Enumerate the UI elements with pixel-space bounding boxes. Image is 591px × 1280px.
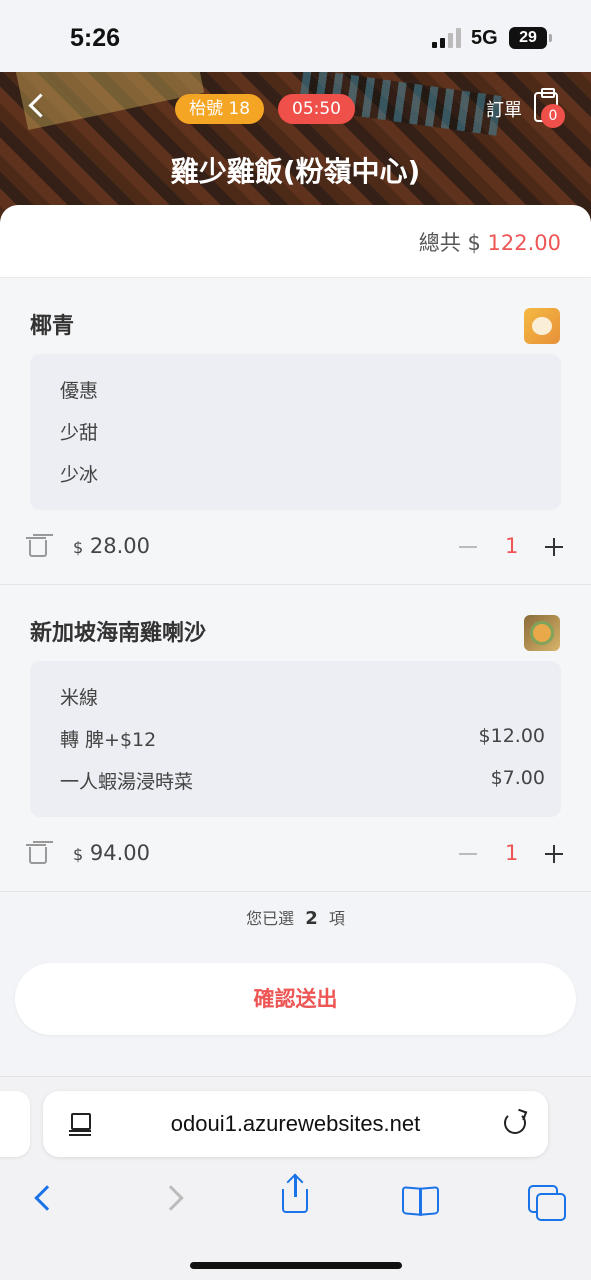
confirm-submit-button[interactable]: 確認送出 [15, 963, 576, 1035]
option-label: 優惠 [60, 380, 99, 402]
order-total: 總共 $ 122.00 [419, 227, 561, 257]
option-label: 少冰 [60, 464, 99, 486]
table-number-badge: 枱號 18 [175, 94, 265, 124]
store-name: 雞少雞飯(粉嶺中心) [170, 155, 421, 188]
forward-nav-button[interactable] [158, 1181, 194, 1217]
selection-count: 您已選 2 項 [0, 905, 591, 929]
chevron-right-icon [158, 1185, 184, 1211]
selection-suffix: 項 [328, 909, 345, 928]
total-label: 總共 $ [418, 231, 481, 255]
option-row: 少冰 [60, 460, 545, 487]
item-thumbnail [524, 615, 560, 651]
increase-quantity-button[interactable] [545, 538, 563, 556]
clock: 5:26 [70, 24, 121, 52]
reload-icon[interactable] [504, 1112, 526, 1134]
option-price: $7.00 [490, 767, 545, 789]
currency-symbol: $ [73, 845, 84, 864]
tabs-icon [528, 1185, 566, 1221]
store-header: 枱號 18 05:50 訂單 0 雞少雞飯(粉嶺中心) [0, 72, 591, 222]
decrease-quantity-button[interactable] [459, 546, 477, 548]
item-price-value: 94.00 [89, 841, 150, 865]
item-thumbnail [524, 308, 560, 344]
selection-number: 2 [305, 908, 318, 929]
home-indicator [190, 1262, 402, 1269]
item-price: $ 94.00 [73, 841, 150, 865]
option-row: 一人蝦湯浸時菜 $7.00 [60, 767, 545, 794]
address-bar[interactable]: odoui1.azurewebsites.net [43, 1091, 548, 1157]
chevron-left-icon [34, 1185, 60, 1211]
previous-tab-preview[interactable] [0, 1091, 30, 1157]
option-row: 轉 脾+$12 $12.00 [60, 725, 545, 752]
total-card: 總共 $ 122.00 [0, 205, 591, 277]
cart-item: 新加坡海南雞喇沙 米線 轉 脾+$12 $12.00 一人蝦湯浸時菜 $7.00… [0, 585, 591, 892]
status-bar: 5:26 5G 29 [0, 0, 591, 72]
option-label: 少甜 [60, 422, 99, 444]
increase-quantity-button[interactable] [545, 845, 563, 863]
item-name: 椰青 [30, 314, 75, 339]
orders-count-badge: 0 [541, 104, 565, 128]
option-label: 轉 脾+$12 [60, 729, 157, 751]
decrease-quantity-button[interactable] [459, 853, 477, 855]
network-type: 5G [471, 27, 498, 49]
total-amount: 122.00 [487, 231, 561, 255]
option-row: 少甜 [60, 418, 545, 445]
bookmarks-button[interactable] [402, 1181, 438, 1217]
back-nav-button[interactable] [28, 1181, 64, 1217]
item-quantity: 1 [505, 841, 519, 865]
option-row: 優惠 [60, 376, 545, 403]
item-price: $ 28.00 [73, 534, 150, 558]
tabs-button[interactable] [528, 1181, 566, 1221]
item-options: 米線 轉 脾+$12 $12.00 一人蝦湯浸時菜 $7.00 [30, 661, 561, 817]
browser-toolbar: odoui1.azurewebsites.net [0, 1076, 591, 1280]
cart-item: 椰青 優惠 少甜 少冰 $ 28.00 1 [0, 278, 591, 585]
currency-symbol: $ [73, 538, 84, 557]
item-quantity: 1 [505, 534, 519, 558]
cellular-signal-icon [432, 28, 462, 48]
battery-icon: 29 [509, 27, 552, 49]
option-price: $12.00 [478, 725, 545, 747]
selection-prefix: 您已選 [246, 909, 295, 928]
item-name: 新加坡海南雞喇沙 [30, 621, 207, 646]
orders-label[interactable]: 訂單 [486, 96, 522, 122]
book-icon [402, 1187, 438, 1213]
back-button[interactable] [26, 94, 50, 118]
url-text[interactable]: odoui1.azurewebsites.net [43, 1111, 548, 1137]
option-label: 米線 [60, 687, 99, 709]
item-price-value: 28.00 [89, 534, 150, 558]
timer-badge: 05:50 [278, 94, 355, 124]
trash-icon[interactable] [26, 535, 47, 557]
option-row: 米線 [60, 683, 545, 710]
share-button[interactable] [278, 1173, 314, 1217]
option-label: 一人蝦湯浸時菜 [60, 771, 194, 793]
item-options: 優惠 少甜 少冰 [30, 354, 561, 510]
trash-icon[interactable] [26, 842, 47, 864]
